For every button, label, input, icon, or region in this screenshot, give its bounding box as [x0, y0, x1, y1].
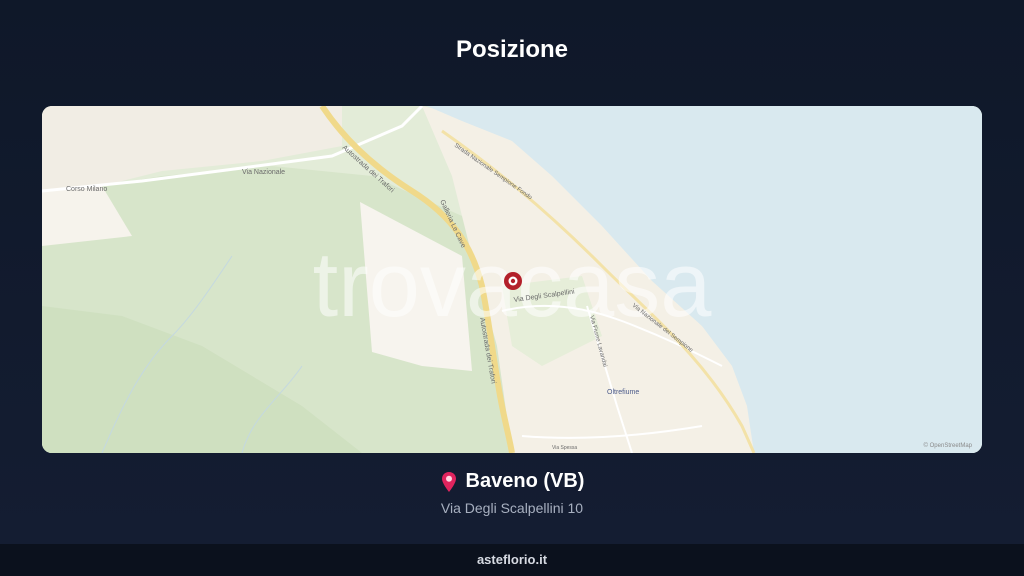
pin-icon — [441, 471, 456, 492]
label-via-nazionale: Via Nazionale — [242, 169, 285, 176]
map-attribution: © OpenStreetMap — [924, 442, 973, 449]
footer-site-name: asteflorio.it — [476, 552, 548, 567]
map-canvas[interactable]: trovacasa Corso Milano Via Nazionale Aut… — [42, 106, 982, 453]
label-oltrefiume: Oltrefiume — [607, 389, 639, 396]
location-marker-icon[interactable] — [504, 272, 522, 290]
location-heading: Baveno (VB) — [0, 470, 1024, 498]
label-corso-milano: Corso Milano — [66, 186, 107, 193]
label-via-spessa: Via Spessa — [552, 445, 577, 451]
location-address: Via Degli Scalpellini 10 — [440, 500, 584, 516]
page-title: Posizione — [455, 36, 569, 63]
location-name: Baveno (VB) — [465, 470, 585, 492]
map-container[interactable]: trovacasa Corso Milano Via Nazionale Aut… — [42, 106, 982, 453]
footer: asteflorio.it — [0, 544, 1024, 576]
